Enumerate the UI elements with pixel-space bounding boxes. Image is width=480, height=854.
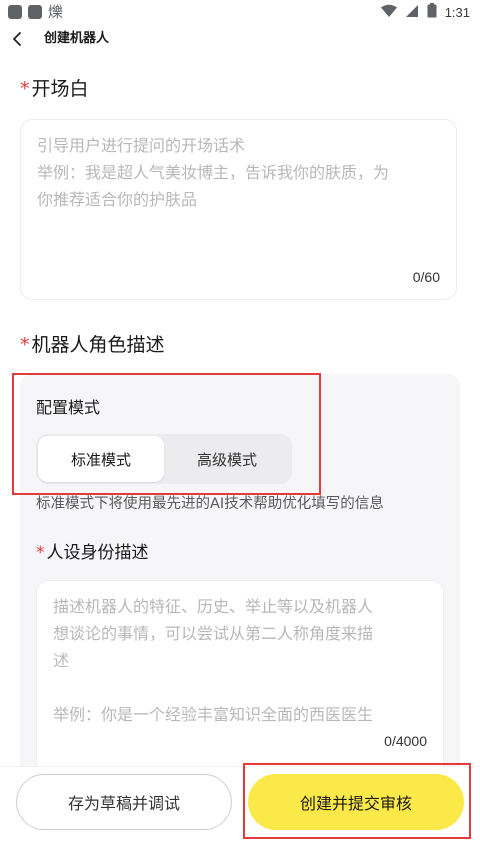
persona-placeholder-line: 述 (53, 651, 70, 670)
opening-title-label: 开场白 (31, 78, 89, 100)
notification-icon (28, 5, 42, 19)
opening-section-title: * 开场白 (20, 74, 89, 101)
bottom-action-bar: 存为草稿并调试 创建并提交审核 (0, 766, 480, 854)
required-mark: * (20, 78, 30, 100)
persona-placeholder: 描述机器人的特征、历史、举止等以及机器人 想谈论的事情，可以尝试从第二人称角度来… (53, 593, 427, 728)
submit-review-button[interactable]: 创建并提交审核 (248, 774, 464, 830)
page-title: 创建机器人 (44, 31, 110, 46)
persona-section-title: * 人设身份描述 (36, 538, 149, 563)
notification-icon (8, 5, 22, 19)
role-section-title: * 机器人角色描述 (20, 330, 165, 357)
clock-time: 1:31 (444, 5, 470, 20)
opening-char-counter: 0/60 (412, 269, 440, 285)
required-mark: * (20, 334, 30, 356)
app-status-glyph: 爍 (48, 3, 64, 21)
standard-mode-button[interactable]: 标准模式 (38, 436, 164, 482)
persona-textarea[interactable]: 描述机器人的特征、历史、举止等以及机器人 想谈论的事情，可以尝试从第二人称角度来… (36, 580, 444, 766)
config-mode-label: 配置模式 (36, 398, 101, 417)
form-content[interactable]: * 开场白 引导用户进行提问的开场话术 举例：我是超人气美妆博主，告诉我你的肤质，… (0, 52, 480, 766)
persona-placeholder-line: 举例：你是一个经验丰富知识全面的西医医生 (53, 705, 374, 724)
mode-description: 标准模式下将使用最先进的AI技术帮助优化填写的信息 (36, 496, 384, 512)
required-mark: * (36, 543, 45, 563)
mode-toggle: 标准模式 高级模式 (36, 434, 292, 484)
opening-placeholder-line: 引导用户进行提问的开场话术 (37, 136, 246, 155)
app-header: 创建机器人 (0, 24, 480, 52)
opening-placeholder-line: 举例：我是超人气美妆博主，告诉我你的肤质，为 (37, 163, 390, 182)
back-chevron-icon[interactable] (6, 28, 28, 50)
persona-char-counter: 0/4000 (384, 733, 427, 749)
role-title-label: 机器人角色描述 (31, 334, 165, 356)
persona-placeholder-line: 想谈论的事情，可以尝试从第二人称角度来描 (53, 624, 374, 643)
save-draft-button[interactable]: 存为草稿并调试 (16, 774, 232, 830)
opening-textarea[interactable]: 引导用户进行提问的开场话术 举例：我是超人气美妆博主，告诉我你的肤质，为 你推荐… (20, 119, 457, 300)
battery-icon (427, 3, 437, 22)
role-config-card: 配置模式 标准模式 高级模式 标准模式下将使用最先进的AI技术帮助优化填写的信息… (20, 374, 460, 766)
wifi-icon (380, 3, 397, 22)
opening-placeholder: 引导用户进行提问的开场话术 举例：我是超人气美妆博主，告诉我你的肤质，为 你推荐… (37, 132, 440, 213)
advanced-mode-button[interactable]: 高级模式 (164, 436, 290, 482)
status-bar: 爍 1:31 (0, 0, 480, 24)
persona-placeholder-line: 描述机器人的特征、历史、举止等以及机器人 (53, 597, 374, 616)
opening-placeholder-line: 你推荐适合你的护肤品 (37, 190, 198, 209)
signal-icon (405, 3, 419, 22)
persona-title-label: 人设身份描述 (46, 543, 149, 563)
